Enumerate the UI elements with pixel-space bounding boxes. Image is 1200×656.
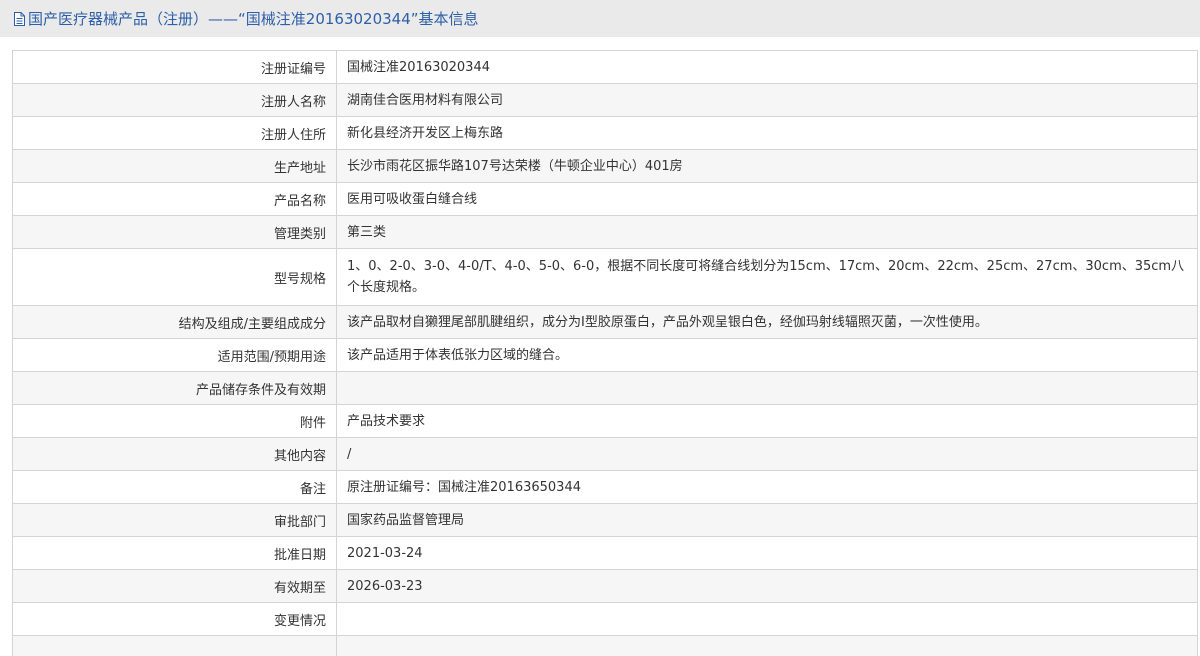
row-value: 1、0、2-0、3-0、4-0/T、4-0、5-0、6-0，根据不同长度可将缝合… [336, 248, 1198, 306]
table-row: 其他内容 / [12, 437, 1198, 471]
row-value: 长沙市雨花区振华路107号达荣楼（牛顿企业中心）401房 [336, 149, 1198, 183]
table-row: 备注 原注册证编号：国械注准20163650344 [12, 470, 1198, 504]
row-label: 注册证编号 [12, 50, 337, 84]
table-row: 附件 产品技术要求 [12, 404, 1198, 438]
row-label: 注册人住所 [12, 116, 337, 150]
table-row: 结构及组成/主要组成成分 该产品取材自獭狸尾部肌腱组织，成分为I型胶原蛋白，产品… [12, 305, 1198, 339]
table-row: 审批部门 国家药品监督管理局 [12, 503, 1198, 537]
table-row: 适用范围/预期用途 该产品适用于体表低张力区域的缝合。 [12, 338, 1198, 372]
table-row: 有效期至 2026-03-23 [12, 569, 1198, 603]
row-label: 备注 [12, 470, 337, 504]
row-label: 型号规格 [12, 248, 337, 306]
row-value: 该产品适用于体表低张力区域的缝合。 [336, 338, 1198, 372]
row-label: 附件 [12, 404, 337, 438]
row-value: 第三类 [336, 215, 1198, 249]
info-table: 注册证编号 国械注准20163020344 注册人名称 湖南佳合医用材料有限公司… [12, 50, 1198, 656]
row-label: 管理类别 [12, 215, 337, 249]
page-header: 国产医疗器械产品（注册）——“国械注准20163020344”基本信息 [0, 0, 1200, 37]
row-label: 注册人名称 [12, 83, 337, 117]
table-row [12, 635, 1198, 656]
info-table-container: 注册证编号 国械注准20163020344 注册人名称 湖南佳合医用材料有限公司… [12, 50, 1198, 656]
page: 国产医疗器械产品（注册）——“国械注准20163020344”基本信息 注册证编… [0, 0, 1200, 656]
row-value: 国家药品监督管理局 [336, 503, 1198, 537]
row-value: 产品技术要求 [336, 404, 1198, 438]
row-value: 新化县经济开发区上梅东路 [336, 116, 1198, 150]
row-label: 生产地址 [12, 149, 337, 183]
table-row: 产品名称 医用可吸收蛋白缝合线 [12, 182, 1198, 216]
table-row: 注册人住所 新化县经济开发区上梅东路 [12, 116, 1198, 150]
row-label: 结构及组成/主要组成成分 [12, 305, 337, 339]
row-value: / [336, 437, 1198, 471]
row-value [336, 371, 1198, 405]
table-row: 批准日期 2021-03-24 [12, 536, 1198, 570]
table-row: 型号规格 1、0、2-0、3-0、4-0/T、4-0、5-0、6-0，根据不同长… [12, 248, 1198, 306]
row-value [336, 635, 1198, 656]
row-value: 2021-03-24 [336, 536, 1198, 570]
table-row: 注册证编号 国械注准20163020344 [12, 50, 1198, 84]
table-row: 管理类别 第三类 [12, 215, 1198, 249]
table-row: 产品储存条件及有效期 [12, 371, 1198, 405]
row-label: 产品名称 [12, 182, 337, 216]
row-value: 国械注准20163020344 [336, 50, 1198, 84]
page-title: 国产医疗器械产品（注册）——“国械注准20163020344”基本信息 [28, 10, 479, 28]
row-label: 变更情况 [12, 602, 337, 636]
row-value: 医用可吸收蛋白缝合线 [336, 182, 1198, 216]
row-value: 原注册证编号：国械注准20163650344 [336, 470, 1198, 504]
row-label: 适用范围/预期用途 [12, 338, 337, 372]
row-label: 产品储存条件及有效期 [12, 371, 337, 405]
info-table-body: 注册证编号 国械注准20163020344 注册人名称 湖南佳合医用材料有限公司… [12, 50, 1198, 656]
row-value: 该产品取材自獭狸尾部肌腱组织，成分为I型胶原蛋白，产品外观呈银白色，经伽玛射线辐… [336, 305, 1198, 339]
row-value: 湖南佳合医用材料有限公司 [336, 83, 1198, 117]
row-value: 2026-03-23 [336, 569, 1198, 603]
document-icon [14, 11, 25, 26]
row-label: 其他内容 [12, 437, 337, 471]
row-value [336, 602, 1198, 636]
table-row: 变更情况 [12, 602, 1198, 636]
row-label [12, 635, 337, 656]
table-row: 生产地址 长沙市雨花区振华路107号达荣楼（牛顿企业中心）401房 [12, 149, 1198, 183]
table-row: 注册人名称 湖南佳合医用材料有限公司 [12, 83, 1198, 117]
row-label: 有效期至 [12, 569, 337, 603]
row-label: 审批部门 [12, 503, 337, 537]
row-label: 批准日期 [12, 536, 337, 570]
